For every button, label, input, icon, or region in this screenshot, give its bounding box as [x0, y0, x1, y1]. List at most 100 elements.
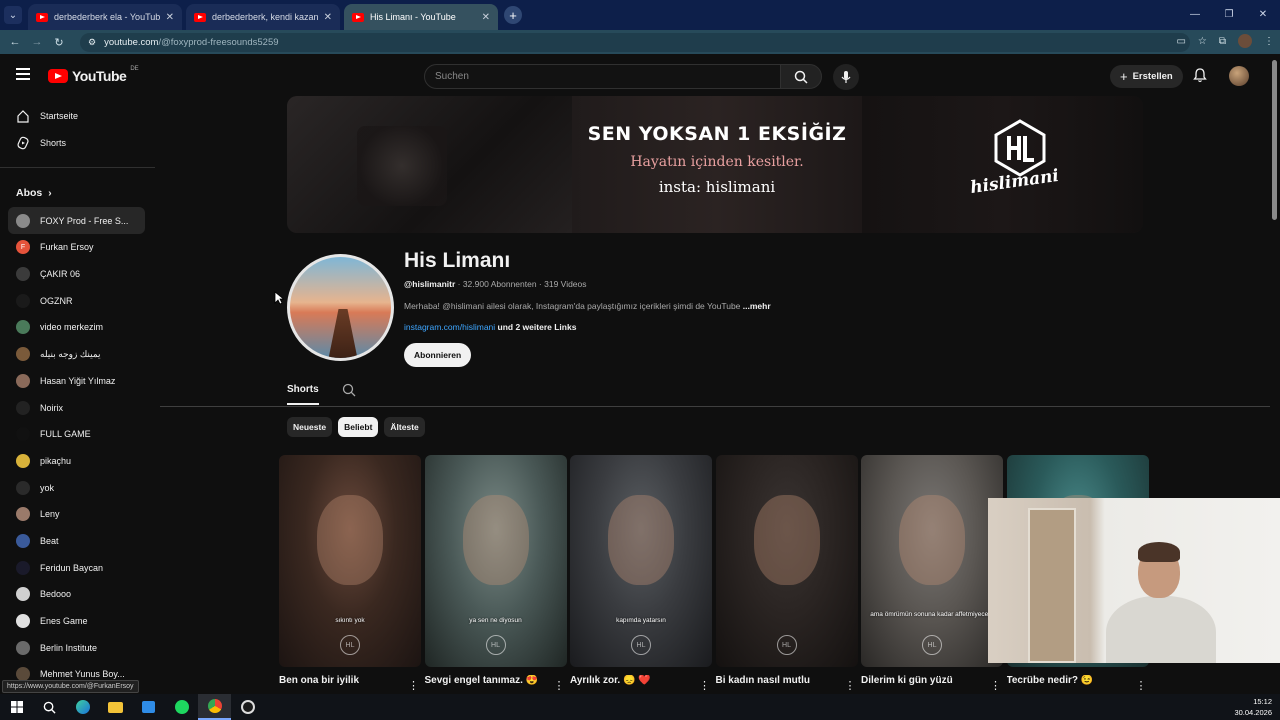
page-scrollbar[interactable]	[1272, 60, 1277, 220]
hamburger-menu-icon[interactable]	[16, 68, 30, 83]
sidebar-subscription-item[interactable]: Leny	[0, 501, 155, 528]
more-options-icon[interactable]: ⋮	[845, 679, 856, 692]
more-options-icon[interactable]: ⋮	[554, 679, 565, 692]
tab-title: derbederberk, kendi kazandığı...	[212, 12, 318, 22]
edge-icon[interactable]	[66, 694, 99, 720]
sidebar-item-home[interactable]: Startseite	[0, 103, 155, 130]
youtube-favicon-icon	[352, 12, 364, 22]
sidebar-subscription-item[interactable]: Hasan Yiğit Yılmaz	[0, 368, 155, 395]
extensions-icon[interactable]: ⧉	[1219, 36, 1226, 47]
sidebar-subscription-item[interactable]: pikaçhu	[0, 448, 155, 475]
browser-tab-2[interactable]: derbederberk, kendi kazandığı... ✕	[186, 4, 340, 30]
browser-tab-1[interactable]: derbederberk ela - YouTube ✕	[28, 4, 182, 30]
sidebar-subscription-item[interactable]: Bedooo	[0, 581, 155, 608]
browser-tab-3[interactable]: His Limanı - YouTube ✕	[344, 4, 498, 30]
short-title[interactable]: Tecrübe nedir? 😉	[1007, 675, 1132, 686]
short-title[interactable]: Ayrılık zor. 😞 ❤️	[570, 675, 695, 686]
more-links-label[interactable]: und 2 weitere Links	[495, 322, 577, 332]
menu-dots-icon[interactable]: ⋮	[1264, 36, 1274, 47]
address-bar[interactable]: ⚙ youtube.com/@foxyprod-freesounds5259	[80, 33, 1190, 52]
short-title[interactable]: Sevgi engel tanımaz. 😍	[425, 675, 550, 686]
sidebar-subscription-item[interactable]: FOXY Prod - Free S...	[8, 207, 145, 235]
youtube-logo[interactable]: YouTube DE	[48, 66, 139, 84]
sidebar-item-shorts[interactable]: Shorts	[0, 130, 155, 157]
channel-avatar-icon	[16, 587, 30, 602]
tab-search-icon[interactable]: ⌄	[4, 6, 22, 24]
windows-start-icon[interactable]	[0, 694, 33, 720]
sidebar-subscription-item[interactable]: ÇAKIR 06	[0, 261, 155, 288]
more-options-icon[interactable]: ⋮	[990, 679, 1001, 692]
short-thumbnail[interactable]: ama ömrümün sonuna kadar affetmiyecem HL	[861, 455, 1003, 667]
more-options-icon[interactable]: ⋮	[1136, 679, 1147, 692]
cast-icon[interactable]: ▭	[1176, 36, 1185, 47]
channel-description[interactable]: Merhaba! @hislimani ailesi olarak, Insta…	[404, 301, 771, 311]
short-title[interactable]: Dilerim ki gün yüzü	[861, 675, 986, 686]
channel-avatar[interactable]	[287, 254, 394, 361]
sidebar-subscription-item[interactable]: Enes Game	[0, 608, 155, 635]
obs-icon[interactable]	[231, 694, 264, 720]
system-clock[interactable]: 15:12 30.04.2026	[1234, 696, 1272, 718]
chrome-icon[interactable]	[198, 694, 231, 720]
sidebar-subscription-item[interactable]: FULL GAME	[0, 421, 155, 448]
sidebar-subscription-item[interactable]: Feridun Baycan	[0, 554, 155, 581]
instagram-link[interactable]: instagram.com/hislimani	[404, 322, 495, 332]
close-icon[interactable]: ✕	[1246, 0, 1280, 28]
store-icon[interactable]	[132, 694, 165, 720]
sidebar-subscription-item[interactable]: video merkezim	[0, 314, 155, 341]
chip-popular[interactable]: Beliebt	[338, 417, 379, 437]
reload-icon[interactable]: ↻	[48, 36, 70, 49]
more-options-icon[interactable]: ⋮	[408, 679, 419, 692]
account-avatar[interactable]	[1229, 66, 1249, 86]
create-button[interactable]: + Erstellen	[1110, 65, 1183, 88]
site-info-icon[interactable]: ⚙	[88, 37, 96, 48]
file-explorer-icon[interactable]	[99, 694, 132, 720]
channel-avatar-icon	[16, 533, 30, 548]
thumbnail-caption: sıkıntı yok	[335, 617, 365, 624]
channel-search-icon[interactable]	[342, 383, 356, 402]
subscriptions-header[interactable]: Abos ›	[0, 179, 155, 207]
voice-search-button[interactable]	[833, 64, 859, 90]
short-title[interactable]: Ben ona bir iyilik	[279, 675, 404, 686]
close-tab-icon[interactable]: ✕	[324, 12, 332, 23]
short-thumbnail[interactable]: sıkıntı yok HL	[279, 455, 421, 667]
sidebar-subscription-item[interactable]: يمينك زوجه بنيله	[0, 341, 155, 368]
close-tab-icon[interactable]: ✕	[482, 12, 490, 23]
short-thumbnail[interactable]: HL	[715, 455, 858, 667]
spotify-icon[interactable]	[165, 694, 198, 720]
short-thumbnail[interactable]: kapımda yatarsın HL	[570, 455, 712, 667]
sidebar-subscription-item[interactable]: Noirix	[0, 394, 155, 421]
chip-oldest[interactable]: Älteste	[384, 417, 425, 437]
back-icon[interactable]: ←	[4, 36, 26, 48]
short-card[interactable]: HL Bi kadın nasıl mutlu ⋮	[715, 455, 858, 692]
close-tab-icon[interactable]: ✕	[166, 12, 174, 23]
notifications-bell-icon[interactable]	[1193, 68, 1207, 88]
short-card[interactable]: sıkıntı yok HL Ben ona bir iyilik ⋮	[279, 455, 421, 692]
short-card[interactable]: ya sen ne diyosun HL Sevgi engel tanımaz. …	[424, 455, 567, 692]
profile-avatar[interactable]	[1238, 34, 1252, 48]
short-title[interactable]: Bi kadın nasıl mutlu	[716, 675, 841, 686]
search-input[interactable]: Suchen	[424, 64, 781, 89]
search-button[interactable]	[780, 64, 822, 89]
restore-icon[interactable]: ❐	[1212, 0, 1246, 28]
forward-icon[interactable]: →	[26, 36, 48, 48]
more-link[interactable]: ...mehr	[743, 301, 771, 311]
chip-newest[interactable]: Neueste	[287, 417, 333, 437]
subscribe-button[interactable]: Abonnieren	[404, 343, 472, 367]
short-card[interactable]: kapımda yatarsın HL Ayrılık zor. 😞 ❤️ ⋮	[570, 455, 712, 692]
sidebar-subscription-item[interactable]: Berlin Institute	[0, 634, 155, 661]
sidebar-subscription-item[interactable]: Beat	[0, 528, 155, 555]
search-icon[interactable]	[33, 694, 66, 720]
tab-shorts[interactable]: Shorts	[287, 384, 319, 405]
short-thumbnail[interactable]: ya sen ne diyosun HL	[424, 455, 567, 667]
new-tab-button[interactable]: +	[504, 6, 522, 24]
sidebar-subscription-item[interactable]: F Furkan Ersoy	[0, 234, 155, 261]
subscription-label: FULL GAME	[40, 429, 91, 440]
sidebar-subscription-item[interactable]: yok	[0, 474, 155, 501]
more-options-icon[interactable]: ⋮	[699, 679, 710, 692]
subscription-label: يمينك زوجه بنيله	[40, 348, 101, 359]
create-label: Erstellen	[1132, 71, 1173, 82]
bookmark-star-icon[interactable]: ☆	[1198, 36, 1207, 47]
short-card[interactable]: ama ömrümün sonuna kadar affetmiyecem HL D…	[861, 455, 1003, 692]
sidebar-subscription-item[interactable]: OGZNR	[0, 287, 155, 314]
minimize-icon[interactable]: —	[1178, 0, 1212, 28]
